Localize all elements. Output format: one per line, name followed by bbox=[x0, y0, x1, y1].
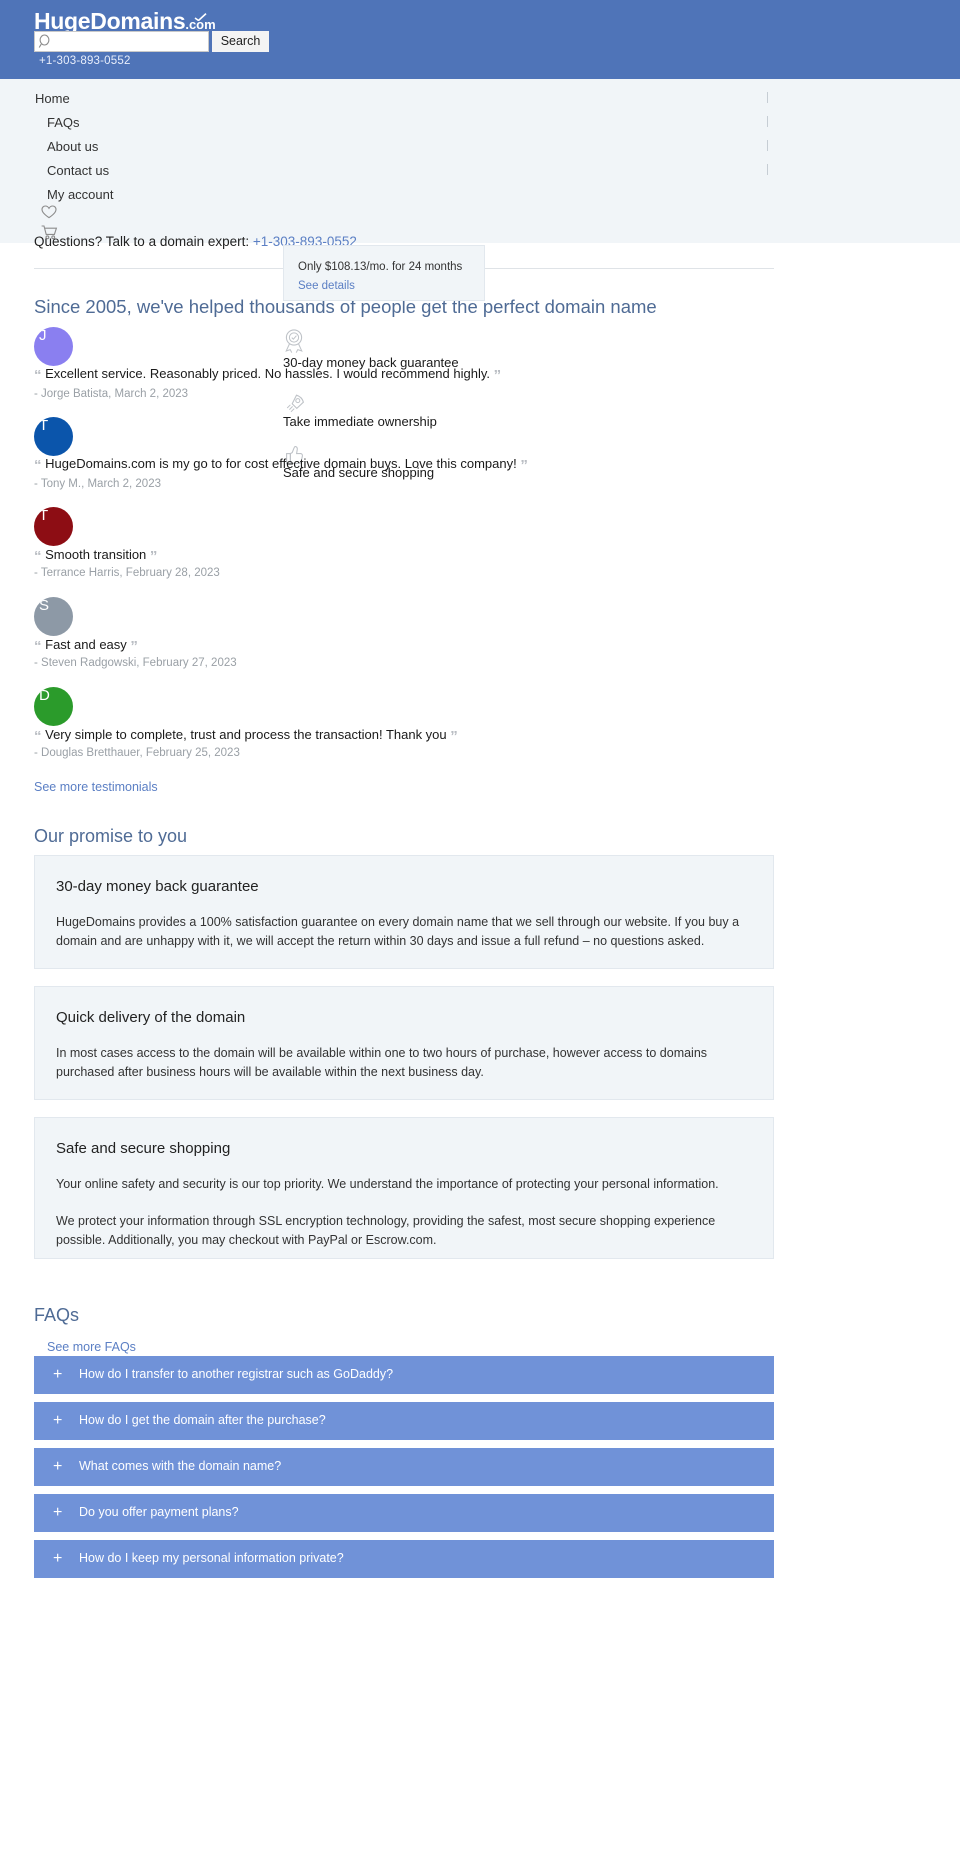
quote-open-icon: “ bbox=[34, 367, 42, 384]
testimonial-text: Fast and easy bbox=[45, 637, 127, 652]
promise-card-heading: Safe and secure shopping bbox=[56, 1140, 231, 1157]
plus-icon: + bbox=[53, 1504, 63, 1521]
quote-open-icon: “ bbox=[34, 728, 42, 745]
see-details-link[interactable]: See details bbox=[298, 280, 355, 292]
price-popup-text: Only $108.13/mo. for 24 months See detai… bbox=[298, 258, 473, 296]
faq-accordion-row[interactable]: + What comes with the domain name? bbox=[34, 1448, 774, 1486]
questions-text: Questions? Talk to a domain expert: bbox=[34, 234, 250, 249]
testimonial-quote: “ Excellent service. Reasonably priced. … bbox=[34, 366, 501, 384]
faq-accordion-row[interactable]: + Do you offer payment plans? bbox=[34, 1494, 774, 1532]
nav-divider bbox=[767, 116, 768, 127]
quote-close-icon: ” bbox=[520, 457, 528, 474]
faqs-title: FAQs bbox=[34, 1305, 80, 1325]
faq-question: What comes with the domain name? bbox=[79, 1459, 282, 1473]
faq-accordion-row[interactable]: + How do I transfer to another registrar… bbox=[34, 1356, 774, 1394]
see-more-testimonials-link[interactable]: See more testimonials bbox=[34, 780, 158, 794]
heart-icon[interactable] bbox=[41, 205, 57, 223]
faq-question: How do I get the domain after the purcha… bbox=[79, 1413, 326, 1427]
promise-card-heading: 30-day money back guarantee bbox=[56, 878, 259, 895]
testimonial-author: - Douglas Bretthauer, February 25, 2023 bbox=[34, 747, 240, 759]
avatar: T bbox=[34, 417, 73, 456]
testimonial-quote: “ HugeDomains.com is my go to for cost e… bbox=[34, 456, 528, 474]
header-phone[interactable]: +1-303-893-0552 bbox=[39, 55, 131, 67]
plus-icon: + bbox=[53, 1550, 63, 1567]
testimonial-author: - Jorge Batista, March 2, 2023 bbox=[34, 388, 189, 400]
promise-card-body: Your online safety and security is our t… bbox=[56, 1177, 719, 1191]
site-header: HugeDomains.com Search +1-303-893-0552 bbox=[0, 0, 960, 79]
testimonial-quote: “ Smooth transition ” bbox=[34, 547, 157, 565]
testimonial-text: Smooth transition bbox=[45, 547, 147, 562]
quote-close-icon: ” bbox=[450, 728, 458, 745]
faq-question: How do I transfer to another registrar s… bbox=[79, 1367, 394, 1381]
testimonial-quote: “ Fast and easy ” bbox=[34, 637, 138, 655]
nav-divider bbox=[767, 92, 768, 103]
avatar: S bbox=[34, 597, 73, 636]
nav-panel: Home FAQs About us Contact us My account bbox=[0, 79, 960, 243]
nav-item-about-us[interactable]: About us bbox=[47, 139, 98, 154]
faq-question: How do I keep my personal information pr… bbox=[79, 1551, 344, 1565]
search-button[interactable]: Search bbox=[212, 31, 269, 52]
nav-item-my-account[interactable]: My account bbox=[47, 187, 113, 202]
price-popup-amount: Only $108.13/mo. for 24 months bbox=[298, 261, 463, 273]
quote-open-icon: “ bbox=[34, 548, 42, 565]
testimonial-text: Very simple to complete, trust and proce… bbox=[45, 727, 447, 742]
testimonial-author: - Steven Radgowski, February 27, 2023 bbox=[34, 657, 237, 669]
quote-open-icon: “ bbox=[34, 638, 42, 655]
faq-accordion-row[interactable]: + How do I get the domain after the purc… bbox=[34, 1402, 774, 1440]
promise-card-heading: Quick delivery of the domain bbox=[56, 1009, 246, 1026]
price-popup: Only $108.13/mo. for 24 months See detai… bbox=[283, 245, 485, 301]
nav-item-contact-us[interactable]: Contact us bbox=[47, 163, 109, 178]
quote-open-icon: “ bbox=[34, 457, 42, 474]
trust-badge-label: Take immediate ownership bbox=[283, 414, 437, 429]
page-root: HugeDomains.com Search +1-303-893-0552 H… bbox=[0, 0, 960, 1875]
testimonial-text: HugeDomains.com is my go to for cost eff… bbox=[45, 456, 517, 471]
nav-divider bbox=[767, 164, 768, 175]
faq-accordion-row[interactable]: + How do I keep my personal information … bbox=[34, 1540, 774, 1578]
promise-card-body-2: We protect your information through SSL … bbox=[56, 1214, 716, 1247]
promise-title: Our promise to you bbox=[34, 826, 188, 846]
quote-close-icon: ” bbox=[130, 638, 138, 655]
promise-card-body: HugeDomains provides a 100% satisfaction… bbox=[56, 915, 740, 948]
search-input[interactable] bbox=[34, 31, 209, 52]
badge-ribbon-icon bbox=[283, 328, 305, 358]
plus-icon: + bbox=[53, 1412, 63, 1429]
plus-icon: + bbox=[53, 1458, 63, 1475]
promise-card: Safe and secure shopping Your online saf… bbox=[34, 1117, 774, 1259]
quote-close-icon: ” bbox=[493, 367, 502, 384]
testimonial-quote: “ Very simple to complete, trust and pro… bbox=[34, 727, 458, 745]
logo-check-icon bbox=[194, 13, 207, 22]
avatar: D bbox=[34, 687, 73, 726]
see-more-faqs-link[interactable]: See more FAQs bbox=[47, 1340, 136, 1354]
promise-card-body: In most cases access to the domain will … bbox=[56, 1046, 708, 1079]
promise-card: 30-day money back guarantee HugeDomains … bbox=[34, 855, 774, 969]
search-form: Search bbox=[34, 31, 269, 52]
plus-icon: + bbox=[53, 1366, 63, 1383]
quote-close-icon: ” bbox=[149, 548, 158, 565]
testimonial-author: - Tony M., March 2, 2023 bbox=[34, 478, 161, 490]
avatar: T bbox=[34, 507, 73, 546]
nav-item-faqs[interactable]: FAQs bbox=[47, 115, 80, 130]
testimonial-author: - Terrance Harris, February 28, 2023 bbox=[34, 567, 220, 579]
nav-item-home[interactable]: Home bbox=[35, 91, 70, 106]
faq-question: Do you offer payment plans? bbox=[79, 1505, 239, 1519]
testimonial-text: Excellent service. Reasonably priced. No… bbox=[45, 366, 490, 381]
promise-card: Quick delivery of the domain In most cas… bbox=[34, 986, 774, 1100]
avatar: J bbox=[34, 327, 73, 366]
nav-divider bbox=[767, 140, 768, 151]
